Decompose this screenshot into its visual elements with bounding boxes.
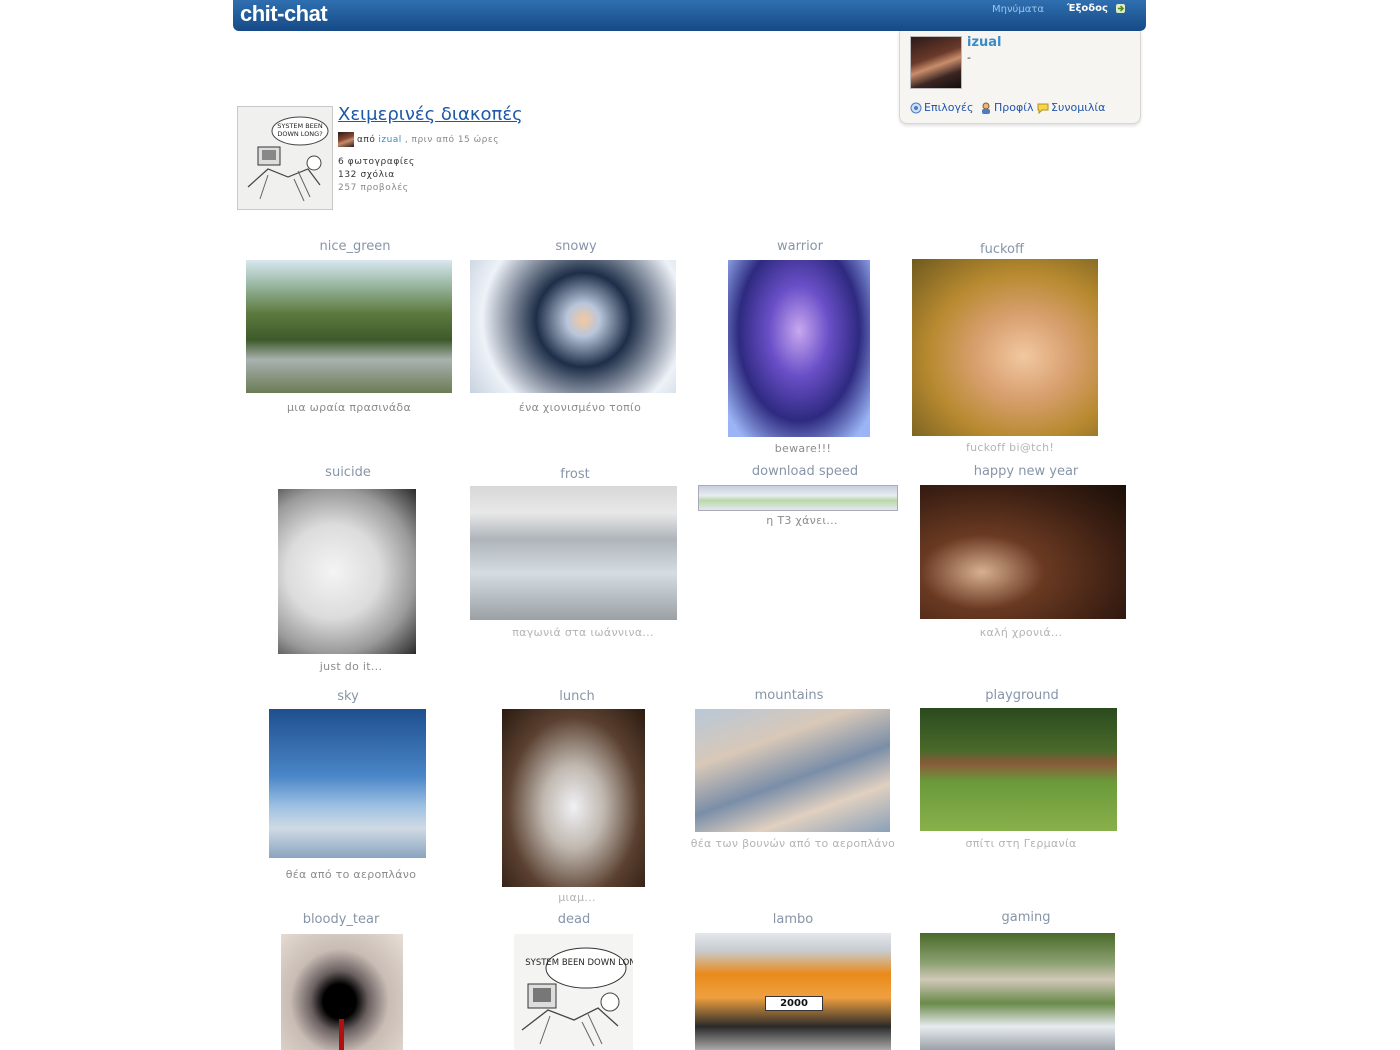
photo-thumbnail[interactable] xyxy=(269,709,426,858)
photo-thumbnail[interactable] xyxy=(470,260,676,393)
photo-thumbnail[interactable] xyxy=(695,709,890,832)
skeleton-computer-icon: SYSTEM BEEN DOWN LONG? xyxy=(521,947,633,1047)
photo-caption: fuckoff bi@tch! xyxy=(965,441,1055,454)
photo-thumbnail[interactable] xyxy=(728,260,870,437)
photo-thumbnail[interactable] xyxy=(920,933,1115,1050)
profile-icon xyxy=(982,102,990,114)
photo-title[interactable]: snowy xyxy=(555,239,596,254)
photo-caption: θέα από το αεροπλάνο xyxy=(285,868,417,881)
photos-count: 6 φωτογραφίες xyxy=(338,157,415,167)
cover-bubble-text: SYSTEM BEEN xyxy=(277,122,323,130)
profile-label: Προφίλ xyxy=(994,101,1034,114)
photo-thumbnail[interactable] xyxy=(920,485,1126,619)
options-icon xyxy=(910,102,922,113)
photo-title[interactable]: nice_green xyxy=(319,239,390,254)
photo-caption: η Τ3 χάνει... xyxy=(766,514,838,527)
messages-link[interactable]: Μηνύματα xyxy=(992,4,1044,15)
photo-title[interactable]: bloody_tear xyxy=(303,912,380,927)
options-link[interactable]: Επιλογές xyxy=(910,101,973,114)
license-plate: 2000 xyxy=(765,996,823,1011)
photo-caption: θέα των βουνών από το αεροπλάνο xyxy=(690,837,896,850)
photo-caption: σπίτι στη Γερμανία xyxy=(965,837,1077,850)
options-label: Επιλογές xyxy=(924,101,974,114)
photo-title[interactable]: mountains xyxy=(755,688,824,703)
photo-thumbnail[interactable] xyxy=(470,486,677,620)
bubble-text: SYSTEM BEEN DOWN LONG? xyxy=(525,958,633,968)
photo-thumbnail[interactable]: 2000 xyxy=(695,933,891,1050)
photo-title[interactable]: lunch xyxy=(559,689,594,704)
skeleton-computer-icon: SYSTEM BEEN DOWN LONG? xyxy=(238,107,332,209)
album-cover-image[interactable]: SYSTEM BEEN DOWN LONG? xyxy=(237,106,333,210)
album-title-link[interactable]: Χειμερινές διακοπές xyxy=(338,104,523,125)
photo-title[interactable]: suicide xyxy=(325,465,371,480)
photo-caption: just do it... xyxy=(319,660,383,673)
photo-thumbnail[interactable] xyxy=(698,485,898,511)
logout-arrow-icon[interactable] xyxy=(1115,3,1126,14)
photo-thumbnail[interactable] xyxy=(278,489,416,654)
owner-link[interactable]: izual xyxy=(378,135,401,145)
photo-title[interactable]: download speed xyxy=(752,464,858,479)
photo-thumbnail[interactable] xyxy=(920,708,1117,831)
site-logo[interactable]: chit-chat xyxy=(240,1,328,27)
photo-caption: μια ωραία πρασινάδα xyxy=(286,401,412,414)
profile-link[interactable]: Προφίλ xyxy=(980,101,1033,114)
chat-label: Συνομιλία xyxy=(1051,101,1106,114)
blood-streak xyxy=(339,1019,344,1050)
photo-caption: ένα χιονισμένο τοπίο xyxy=(518,401,642,414)
username-link[interactable]: izual xyxy=(967,35,1002,50)
photo-title[interactable]: warrior xyxy=(777,239,823,254)
views-count: 257 προβολές xyxy=(338,183,409,193)
time-ago: , πριν από 15 ώρες xyxy=(404,134,500,145)
photo-thumbnail[interactable]: SYSTEM BEEN DOWN LONG? xyxy=(514,934,633,1050)
album-meta: από izual , πριν από 15 ώρες xyxy=(338,132,499,147)
photo-thumbnail[interactable] xyxy=(281,934,403,1050)
chat-bubble-icon xyxy=(1037,103,1049,114)
photo-title[interactable]: gaming xyxy=(1002,910,1051,925)
photo-title[interactable]: lambo xyxy=(773,912,813,927)
comments-count: 132 σχόλια xyxy=(338,170,395,180)
photo-caption: καλή χρονιά... xyxy=(979,626,1063,639)
owner-avatar[interactable] xyxy=(338,132,354,147)
photo-caption: μιαμ... xyxy=(558,891,596,904)
avatar[interactable] xyxy=(910,36,962,89)
chat-link[interactable]: Συνομιλία xyxy=(1037,101,1105,114)
photo-title[interactable]: happy new year xyxy=(974,464,1079,479)
photo-caption: παγωνιά στα ιωάννινα... xyxy=(512,626,654,639)
photo-title[interactable]: playground xyxy=(985,688,1059,703)
photo-thumbnail[interactable] xyxy=(502,709,645,887)
photo-caption: beware!!! xyxy=(774,442,832,455)
by-label: από xyxy=(357,134,376,145)
photo-title[interactable]: sky xyxy=(337,689,359,704)
svg-text:DOWN LONG?: DOWN LONG? xyxy=(277,130,322,138)
logout-link[interactable]: Έξοδος xyxy=(1067,3,1108,14)
user-status: - xyxy=(967,51,971,64)
user-panel: izual - Επιλογές Προφίλ Συνομιλία xyxy=(899,31,1141,124)
photo-thumbnail[interactable] xyxy=(912,259,1098,436)
photo-title[interactable]: fuckoff xyxy=(980,242,1024,257)
photo-title[interactable]: dead xyxy=(558,912,590,927)
photo-thumbnail[interactable] xyxy=(246,260,452,393)
photo-title[interactable]: frost xyxy=(560,467,589,482)
top-bar: chit-chat Μηνύματα Έξοδος xyxy=(233,0,1146,31)
